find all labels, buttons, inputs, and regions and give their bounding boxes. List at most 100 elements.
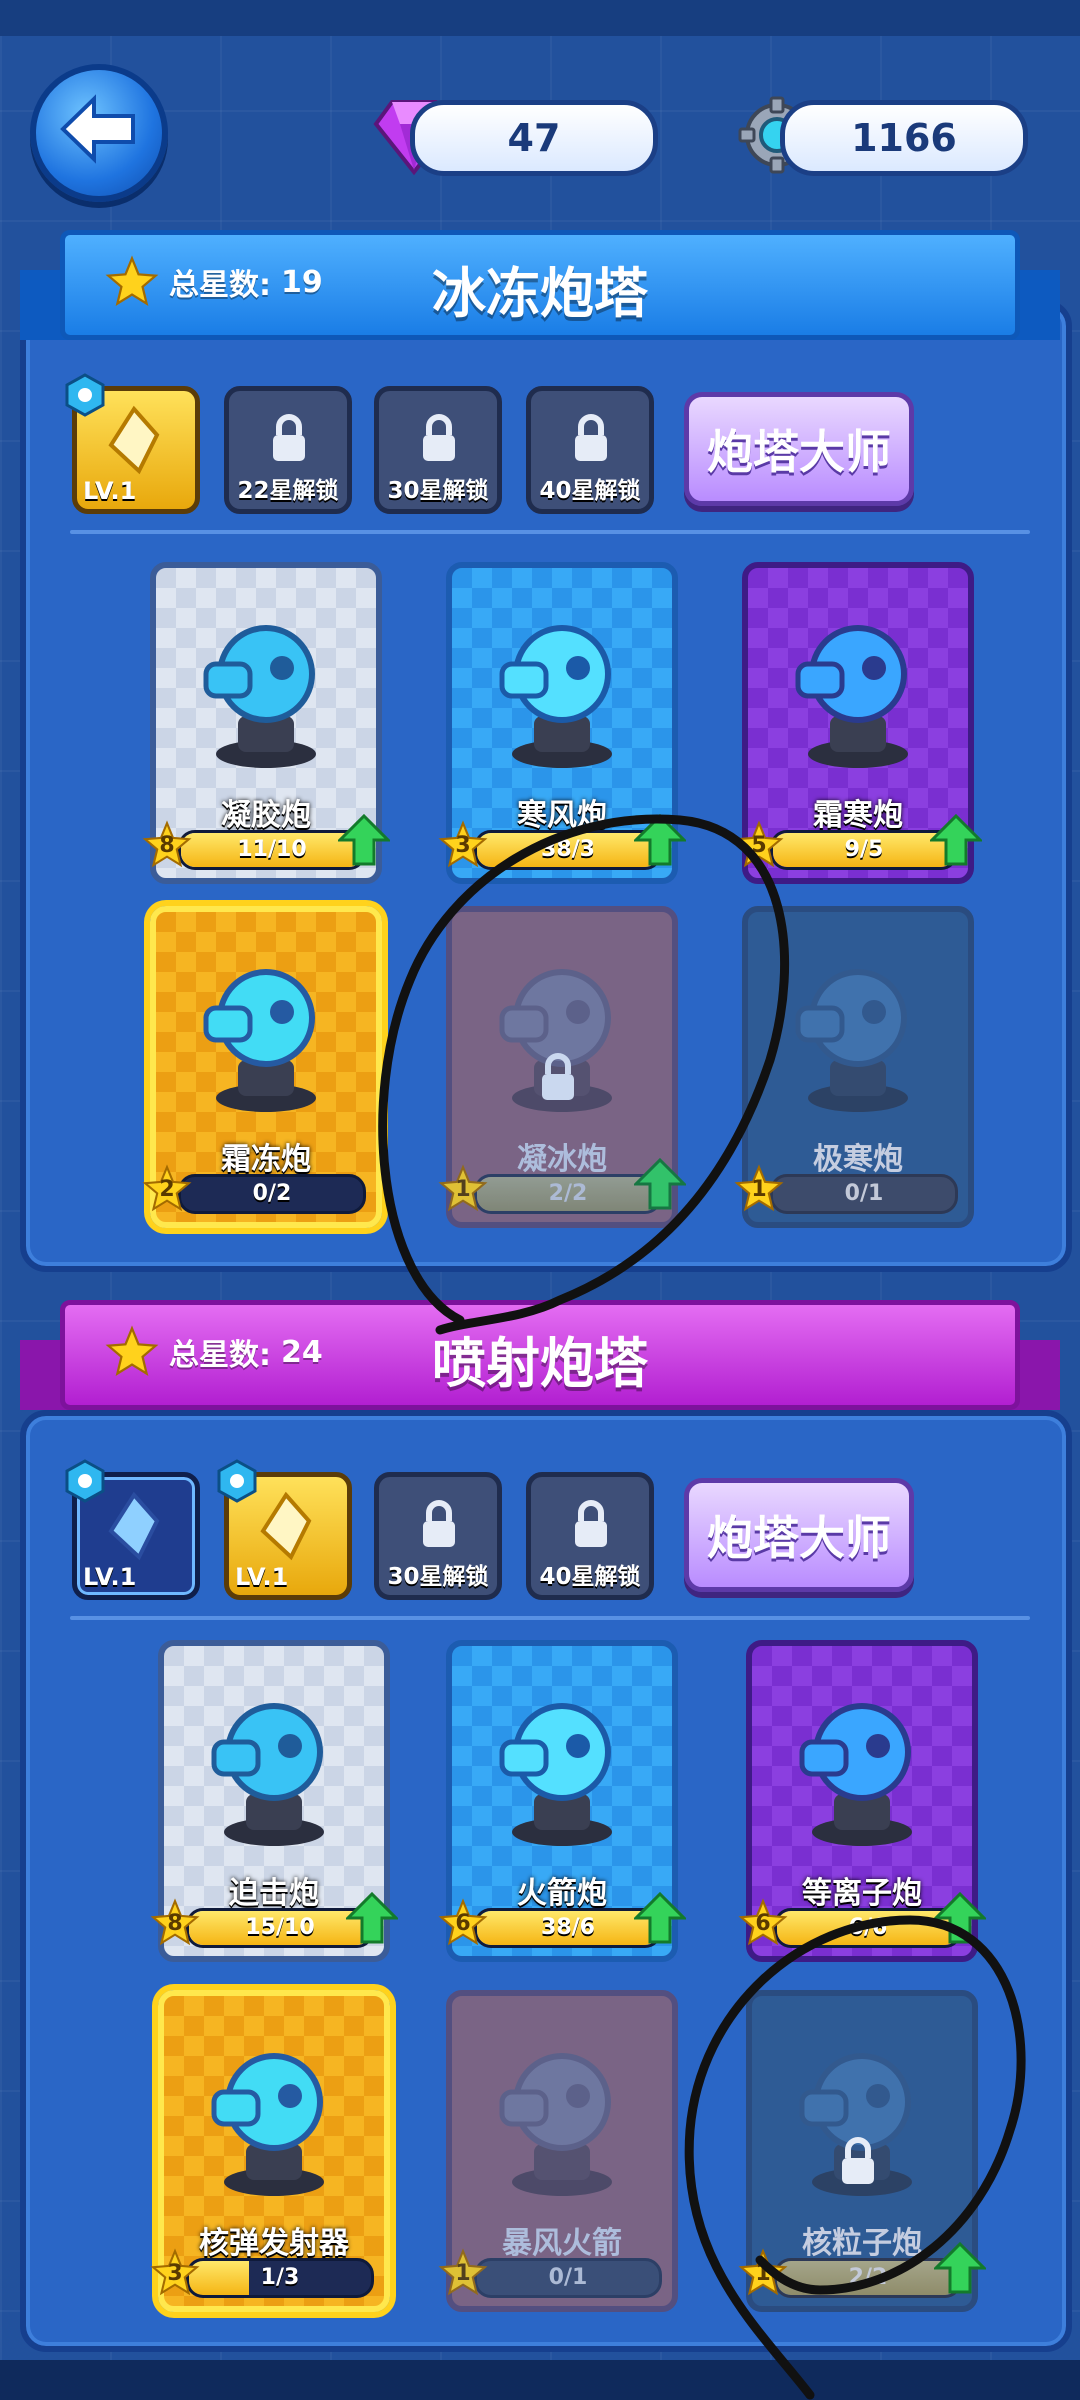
tower-card[interactable]: 寒风炮 38/3 3 <box>438 562 688 884</box>
progress-text: 0/1 <box>548 2265 588 2290</box>
banner-body: 总星数: 24 喷射炮塔 <box>60 1300 1020 1410</box>
tower-card[interactable]: 核弹发射器 1/3 3 <box>150 1990 390 2312</box>
lock-icon <box>571 1499 611 1553</box>
skill-icon <box>99 1491 169 1565</box>
skill-slot[interactable]: LV.1 <box>65 1459 200 1600</box>
gem-counter: 47 <box>410 100 658 176</box>
progress-text: 0/1 <box>844 1181 884 1206</box>
skill-slot-locked[interactable]: 30星解锁 <box>374 1472 502 1600</box>
upgrade-badge-icon <box>217 1459 257 1503</box>
skill-slot-locked[interactable]: 40星解锁 <box>526 386 654 514</box>
star-level-badge: 5 <box>734 820 784 870</box>
progress-text: 6/6 <box>848 1915 888 1940</box>
upgrade-badge-icon <box>65 1459 105 1503</box>
back-button[interactable] <box>30 64 168 202</box>
tower-card[interactable]: 火箭炮 38/6 6 <box>438 1640 688 1962</box>
star-level: 6 <box>755 1911 771 1936</box>
tower-image <box>194 2032 354 2206</box>
skill-slot-locked[interactable]: 40星解锁 <box>526 1472 654 1600</box>
upgrade-arrow-icon <box>932 2241 988 2298</box>
skill-level: LV.1 <box>235 1563 289 1591</box>
tower-card[interactable]: 核粒子炮 2/2 1 <box>738 1990 988 2312</box>
tower-master-button[interactable]: 炮塔大师 <box>684 392 914 506</box>
progress-text: 1/3 <box>260 2265 300 2290</box>
section-title: 喷射炮塔 <box>432 1332 648 1395</box>
skill-slot-locked[interactable]: 22星解锁 <box>224 386 352 514</box>
upgrade-badge-icon <box>65 373 105 417</box>
skill-slot[interactable]: LV.1 <box>217 1459 352 1600</box>
star-level: 3 <box>455 833 471 858</box>
star-level: 1 <box>455 1177 471 1202</box>
progress-text: 11/10 <box>237 837 307 862</box>
gem-count: 47 <box>507 116 561 160</box>
star-level: 1 <box>455 2261 471 2286</box>
upgrade-arrow-icon <box>632 813 688 870</box>
tower-card[interactable]: 霜冻炮 0/2 2 <box>142 906 382 1228</box>
progress-text: 9/5 <box>844 837 884 862</box>
star-level-badge: 1 <box>438 1164 488 1214</box>
skill-level: LV.1 <box>83 477 137 505</box>
star-level: 1 <box>755 2261 771 2286</box>
lock-icon <box>419 1499 459 1553</box>
unlock-requirement: 40星解锁 <box>539 1564 641 1590</box>
tower-card[interactable]: 凝冰炮 2/2 1 <box>438 906 688 1228</box>
divider <box>70 530 1030 534</box>
unlock-requirement: 40星解锁 <box>539 478 641 504</box>
star-level-badge: 2 <box>142 1164 192 1214</box>
upgrade-arrow-icon <box>336 813 392 870</box>
tower-image <box>186 948 346 1122</box>
upgrade-arrow-icon <box>932 1891 988 1948</box>
bottom-bar <box>0 2360 1080 2400</box>
card-progress-bar: 1/3 <box>186 2258 374 2298</box>
star-level: 6 <box>455 1911 471 1936</box>
star-level-badge: 1 <box>438 2248 488 2298</box>
star-level-badge: 1 <box>738 2248 788 2298</box>
upgrade-arrow-icon <box>632 1157 688 1214</box>
star-level: 3 <box>167 2261 183 2286</box>
tower-image <box>482 2032 642 2206</box>
lock-icon <box>538 1052 578 1106</box>
skill-slot-locked[interactable]: 30星解锁 <box>374 386 502 514</box>
star-level: 5 <box>751 833 767 858</box>
progress-text: 2/2 <box>548 1181 588 1206</box>
tower-image <box>778 948 938 1122</box>
star-level: 1 <box>751 1177 767 1202</box>
tower-card[interactable]: 极寒炮 0/1 1 <box>734 906 974 1228</box>
card-progress-bar: 0/1 <box>474 2258 662 2298</box>
lock-icon <box>571 413 611 467</box>
upgrade-arrow-icon <box>344 1891 400 1948</box>
star-level-badge: 6 <box>438 1898 488 1948</box>
section-title: 冰冻炮塔 <box>432 262 648 325</box>
unlock-requirement: 30星解锁 <box>387 478 489 504</box>
banner-body: 总星数: 19 冰冻炮塔 <box>60 230 1020 340</box>
progress-text: 0/2 <box>252 1181 292 1206</box>
tower-card[interactable]: 迫击炮 15/10 8 <box>150 1640 400 1962</box>
tower-card[interactable]: 等离子炮 6/6 6 <box>738 1640 988 1962</box>
star-level: 2 <box>159 1177 175 1202</box>
progress-text: 38/3 <box>541 837 595 862</box>
skill-level: LV.1 <box>83 1563 137 1591</box>
progress-text: 38/6 <box>541 1915 595 1940</box>
upgrade-arrow-icon <box>632 1891 688 1948</box>
tower-card[interactable]: 霜寒炮 9/5 5 <box>734 562 984 884</box>
card-progress-bar: 0/1 <box>770 1174 958 1214</box>
tower-master-button[interactable]: 炮塔大师 <box>684 1478 914 1592</box>
tower-image <box>782 1682 942 1856</box>
tower-card[interactable]: 暴风火箭 0/1 1 <box>438 1990 678 2312</box>
star-level-badge: 1 <box>734 1164 784 1214</box>
tower-image <box>194 1682 354 1856</box>
skill-icon <box>251 1491 321 1565</box>
gear-count: 1166 <box>851 116 957 160</box>
back-arrow-icon <box>60 94 135 164</box>
status-bar-edge <box>0 0 1080 36</box>
banner-jet-towers: 总星数: 24 喷射炮塔 <box>20 1300 1060 1410</box>
lock-icon <box>269 413 309 467</box>
star-level-badge: 8 <box>142 820 192 870</box>
tower-image <box>778 604 938 778</box>
tower-card[interactable]: 凝胶炮 11/10 8 <box>142 562 392 884</box>
star-level-badge: 3 <box>438 820 488 870</box>
star-level-badge: 6 <box>738 1898 788 1948</box>
skill-slot[interactable]: LV.1 <box>65 373 200 514</box>
lock-icon <box>838 2136 878 2190</box>
progress-text: 2/2 <box>848 2265 888 2290</box>
